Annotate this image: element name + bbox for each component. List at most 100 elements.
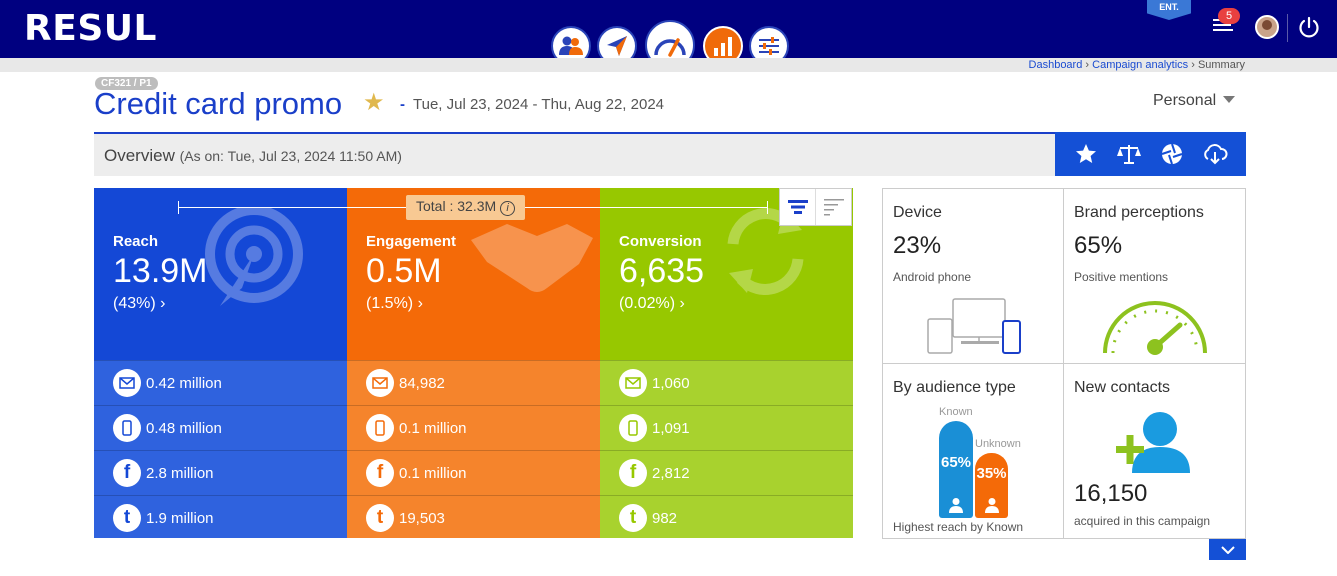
new-contacts-card[interactable]: New contacts 16,150 acquired in this cam…	[1064, 364, 1245, 539]
conversion-value: 6,635	[619, 252, 705, 290]
device-card[interactable]: Device 23% Android phone	[883, 189, 1064, 364]
list-view-button[interactable]	[815, 189, 851, 225]
facebook-icon: f	[113, 459, 141, 487]
list-item[interactable]: t 982	[600, 495, 853, 538]
twitter-icon: t	[366, 504, 394, 532]
list-item[interactable]: 0.48 million	[94, 405, 347, 450]
list-item[interactable]: 0.42 million	[94, 360, 347, 405]
cloud-download-icon	[1203, 144, 1228, 165]
row-value: 1.9 million	[146, 509, 214, 527]
view-toggle	[779, 188, 852, 226]
list-item[interactable]: 1,091	[600, 405, 853, 450]
app-logo: RESUL	[24, 8, 157, 49]
total-bracket-cap	[767, 201, 768, 214]
engagement-percent-link[interactable]: (1.5%) ›	[366, 295, 423, 313]
aperture-icon	[1161, 143, 1183, 165]
power-icon[interactable]	[1298, 16, 1320, 38]
list-item[interactable]: f 0.1 million	[347, 450, 600, 495]
breadcrumb-dashboard[interactable]: Dashboard	[1029, 59, 1083, 71]
funnel-view-button[interactable]	[780, 189, 815, 225]
card-subtitle: acquired in this campaign	[1074, 514, 1211, 528]
brand-perceptions-card[interactable]: Brand perceptions 65% Positive mentions	[1064, 189, 1245, 364]
download-button[interactable]	[1201, 140, 1229, 168]
view-select[interactable]: Personal	[1153, 92, 1236, 110]
notification-count[interactable]: 5	[1218, 8, 1240, 24]
chevron-down-icon	[1220, 545, 1235, 554]
list-item[interactable]: f 2.8 million	[94, 450, 347, 495]
facebook-icon: f	[619, 459, 647, 487]
reach-label: Reach	[113, 233, 159, 250]
audience-type-card[interactable]: By audience type Known Unknown 65% 35% H…	[883, 364, 1064, 539]
reach-percent-link[interactable]: (43%) ›	[113, 295, 165, 313]
edition-badge: ENT.	[1147, 0, 1191, 20]
email-icon	[619, 369, 647, 397]
overview-label: Overview	[104, 146, 175, 165]
bar-chart-icon	[714, 37, 732, 56]
gauge-icon	[1103, 301, 1207, 355]
list-item[interactable]: t 19,503	[347, 495, 600, 538]
row-value: 2,812	[652, 464, 690, 482]
card-value: 16,150	[1074, 480, 1148, 507]
favorite-button[interactable]	[1072, 140, 1100, 168]
reach-channel-list: 0.42 million 0.48 million f 2.8 million t…	[94, 360, 347, 538]
top-bar: RESUL ENT. 5	[0, 0, 1337, 70]
breadcrumb-separator: ›	[1191, 59, 1195, 71]
known-bar: 65%	[939, 421, 973, 518]
unknown-person-icon	[984, 498, 999, 513]
breadcrumb-current: Summary	[1197, 59, 1245, 71]
breadcrumb-campaign-analytics[interactable]: Campaign analytics	[1092, 59, 1188, 71]
compare-button[interactable]	[1115, 140, 1143, 168]
list-item[interactable]: 0.1 million	[347, 405, 600, 450]
list-item[interactable]: 84,982	[347, 360, 600, 405]
reach-summary[interactable]: Reach 13.9M (43%) ›	[94, 188, 347, 360]
list-item[interactable]: 1,060	[600, 360, 853, 405]
card-subtitle: Positive mentions	[1074, 270, 1169, 284]
facebook-icon: f	[366, 459, 394, 487]
add-contact-icon	[1116, 412, 1190, 473]
row-value: 1,091	[652, 419, 690, 437]
page-title: Credit card promo	[94, 86, 343, 121]
overview-bar: Overview (As on: Tue, Jul 23, 2024 11:50…	[94, 132, 1246, 176]
row-value: 84,982	[399, 374, 445, 392]
scroll-down-button[interactable]	[1209, 539, 1246, 560]
avatar[interactable]	[1255, 15, 1279, 39]
known-value: 65%	[940, 454, 972, 471]
handshake-icon	[471, 224, 593, 292]
info-icon[interactable]: i	[500, 201, 516, 216]
row-value: 2.8 million	[146, 464, 214, 482]
snapshot-button[interactable]	[1158, 140, 1186, 168]
reach-panel: Reach 13.9M (43%) › 0.42 million 0.48 mi…	[94, 188, 347, 538]
engagement-label: Engagement	[366, 233, 457, 250]
row-value: 0.1 million	[399, 464, 467, 482]
person-icon	[949, 498, 963, 513]
overview-as-on: (As on: Tue, Jul 23, 2024 11:50 AM)	[179, 148, 402, 164]
conversion-label: Conversion	[619, 233, 702, 250]
divider	[1287, 14, 1288, 42]
chevron-down-icon	[1223, 96, 1236, 103]
row-value: 0.42 million	[146, 374, 222, 392]
insight-cards: Device 23% Android phone Brand perceptio…	[882, 188, 1246, 539]
scale-icon	[1117, 145, 1142, 164]
star-icon	[1076, 144, 1097, 163]
overview-actions	[1055, 132, 1246, 176]
unknown-label: Unknown	[975, 438, 1021, 450]
favorite-star-icon[interactable]: ★	[363, 88, 385, 117]
reach-value: 13.9M	[113, 252, 208, 290]
view-select-value: Personal	[1153, 92, 1217, 109]
conversion-percent-link[interactable]: (0.02%) ›	[619, 295, 685, 313]
card-title: New contacts	[1074, 379, 1171, 396]
row-value: 19,503	[399, 509, 445, 527]
known-label: Known	[939, 406, 973, 418]
devices-icon	[927, 298, 1021, 354]
broadcast-icon	[205, 208, 303, 306]
unknown-value: 35%	[976, 465, 1007, 482]
engagement-value: 0.5M	[366, 252, 442, 290]
list-item[interactable]: t 1.9 million	[94, 495, 347, 538]
conversion-panel: Conversion 6,635 (0.02%) › 1,060 1,091 f…	[600, 188, 853, 538]
list-item[interactable]: f 2,812	[600, 450, 853, 495]
card-value: 23%	[893, 232, 942, 259]
audience-icon	[559, 36, 583, 55]
mobile-icon	[113, 414, 141, 442]
breadcrumb-separator: ›	[1085, 59, 1090, 71]
conversion-channel-list: 1,060 1,091 f 2,812 t 982	[600, 360, 853, 538]
